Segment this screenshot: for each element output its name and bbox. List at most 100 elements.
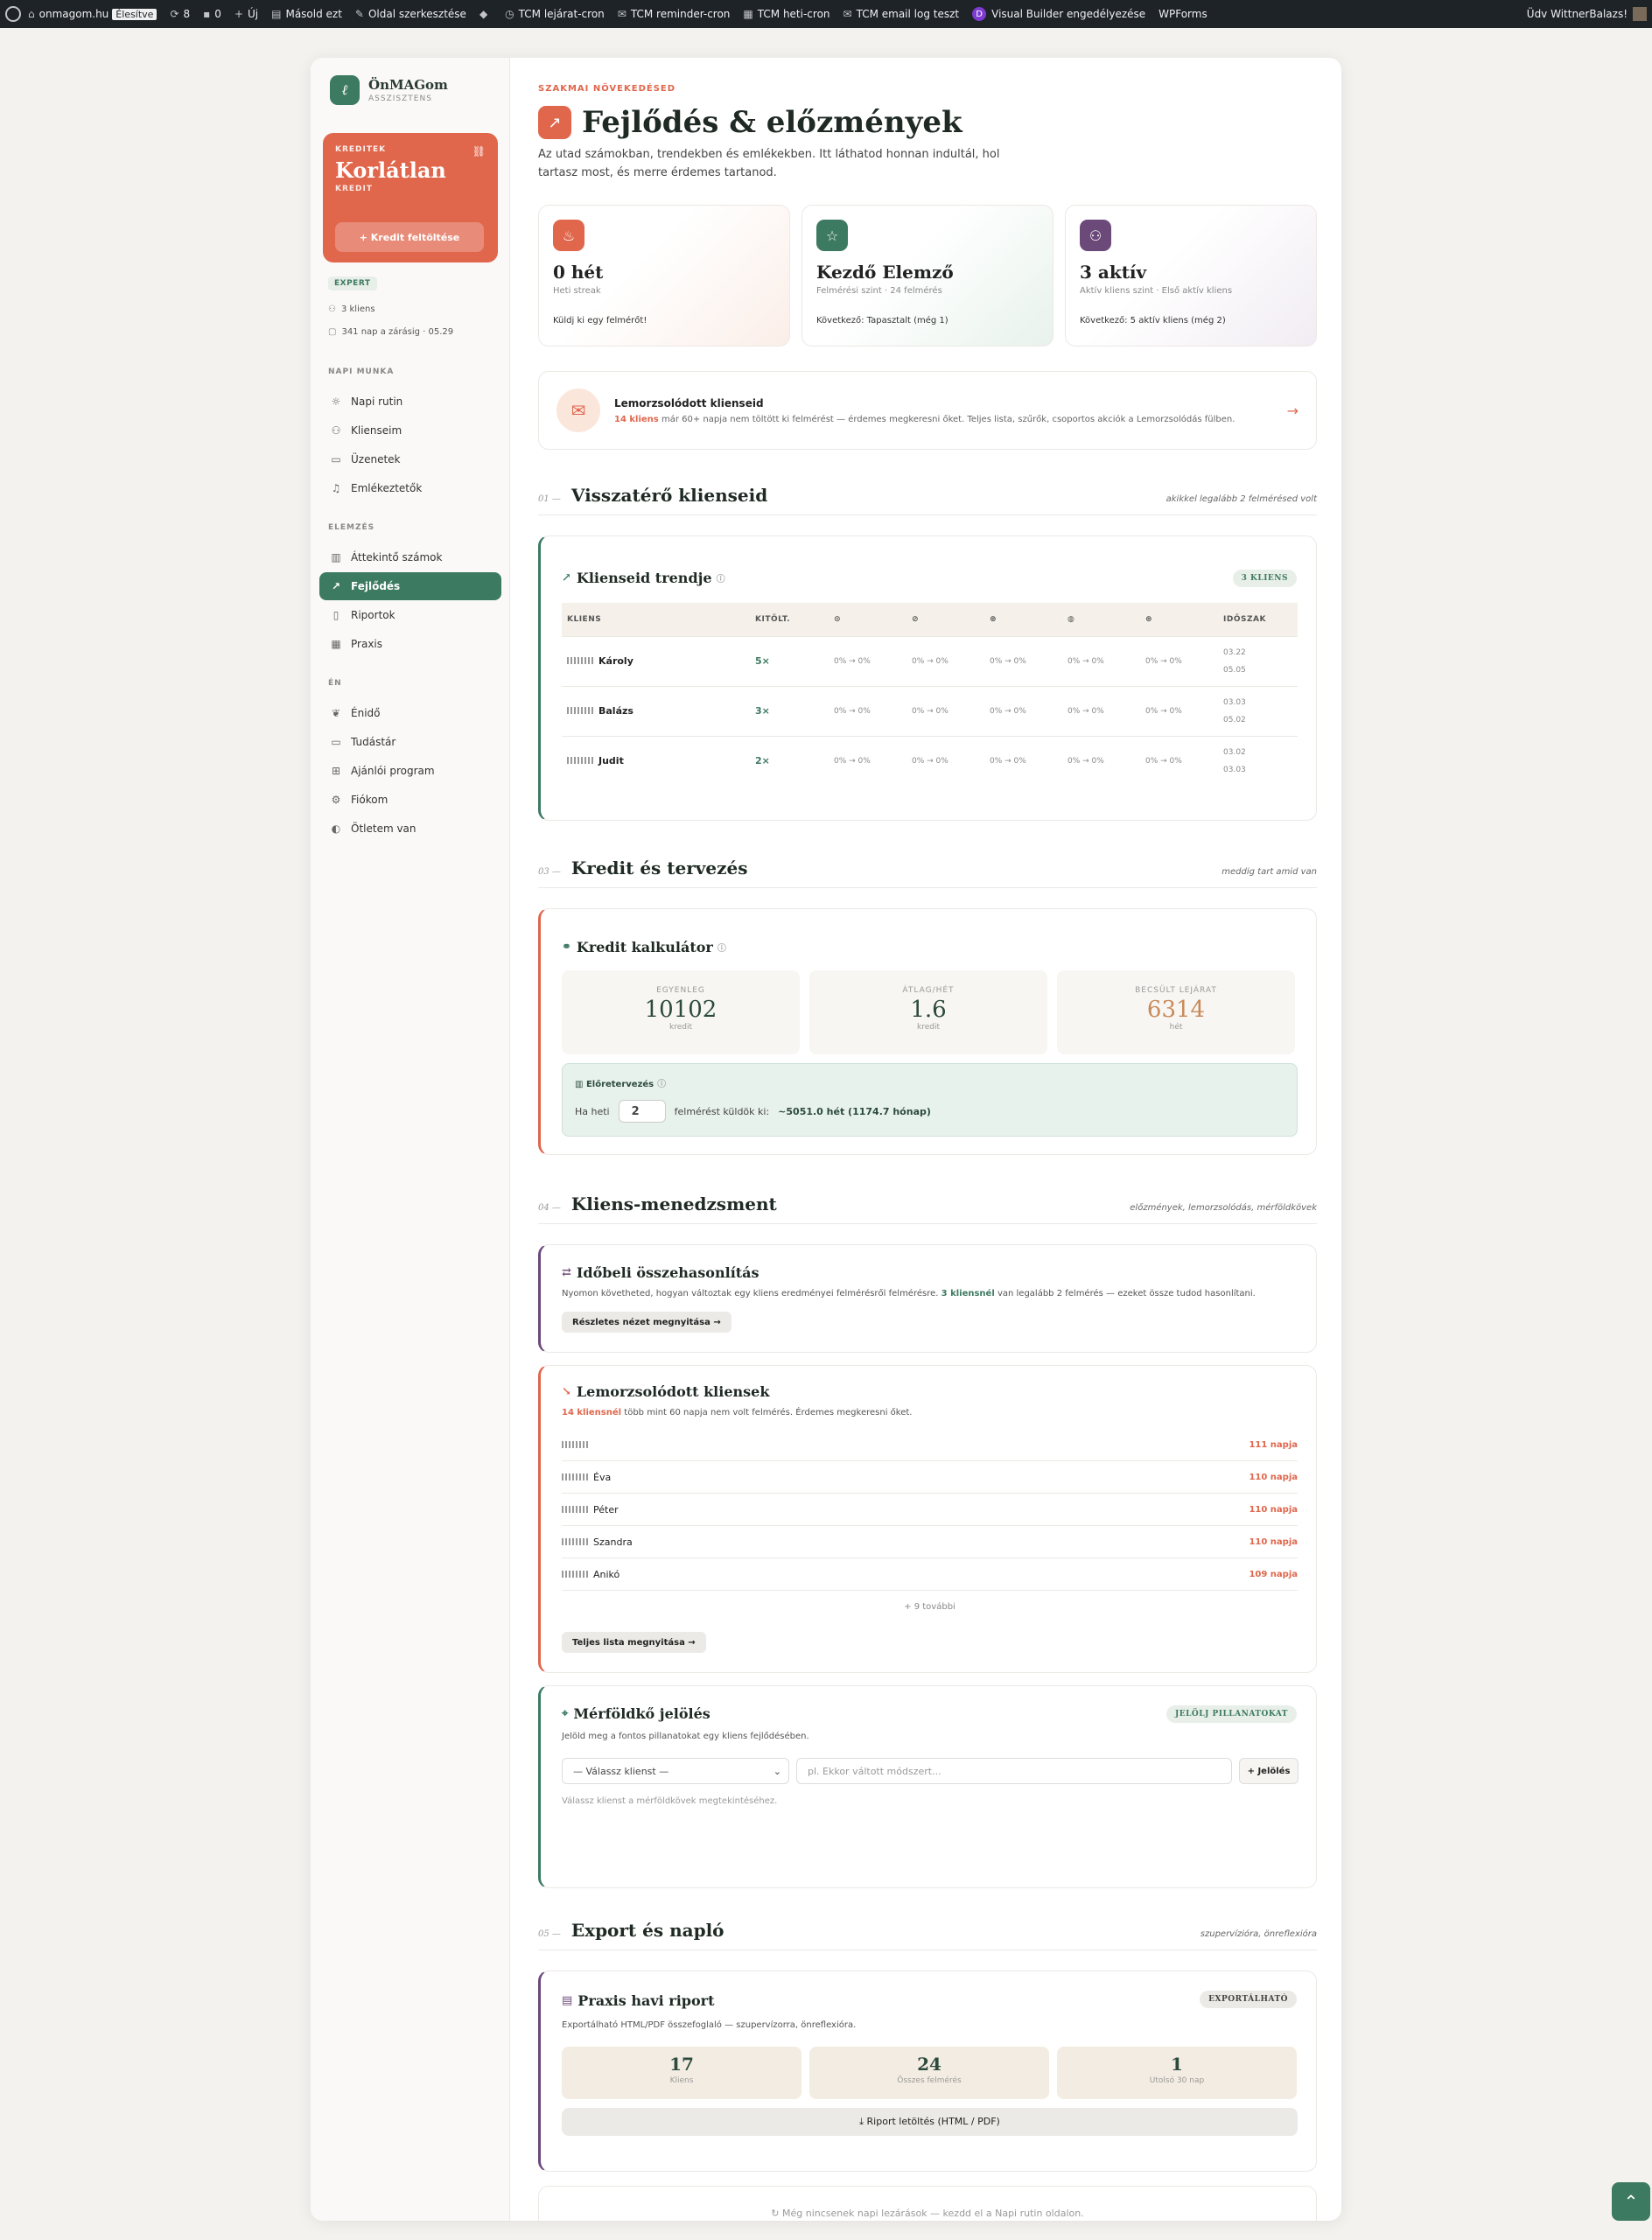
compare-icon: ⇄ bbox=[562, 1266, 571, 1279]
avatar bbox=[562, 1571, 588, 1578]
admin-comments[interactable]: ▪ 0 bbox=[203, 8, 221, 20]
table-row[interactable]: Judit 2× 0% → 0% 0% → 0% 0% → 0% 0% → 0%… bbox=[562, 735, 1298, 786]
add-milestone-button[interactable]: + Jelölés bbox=[1239, 1758, 1298, 1784]
forecast-box: ▥ Előretervezés ⓘ Ha heti 2 felmérést kül… bbox=[562, 1063, 1298, 1137]
admin-visual-builder[interactable]: D Visual Builder engedélyezése bbox=[972, 7, 1145, 21]
link-icon[interactable]: ⛓ bbox=[472, 145, 486, 158]
clock-icon: ◷ bbox=[505, 8, 514, 20]
table-row[interactable]: Balázs 3× 0% → 0% 0% → 0% 0% → 0% 0% → 0… bbox=[562, 685, 1298, 736]
report-kpi-clients: 17 Kliens bbox=[562, 2047, 802, 2099]
sidebar-item-account[interactable]: ⚙ Fiókom bbox=[319, 786, 501, 814]
daily-close-empty-state: ↻ Még nincsenek napi lezárások — kezdd e… bbox=[538, 2186, 1317, 2221]
sidebar-item-me-time[interactable]: ❦ Énidő bbox=[319, 699, 501, 727]
section-number: 01 — bbox=[538, 494, 561, 504]
admin-cron-4[interactable]: ✉ TCM email log teszt bbox=[844, 8, 960, 20]
home-icon: ⌂ bbox=[28, 8, 35, 20]
churn-banner[interactable]: ✉ Lemorzsolódott klienseid 14 kliens már… bbox=[538, 371, 1317, 450]
sidebar-item-reports[interactable]: ▯ Riportok bbox=[319, 601, 501, 629]
section-header-client-mgmt: 04 — Kliens-menedzsment előzmények, lemo… bbox=[538, 1194, 1317, 1224]
trend-title: ↗ Klienseid trendje ⓘ bbox=[562, 570, 725, 586]
col-header-period: IDŐSZAK bbox=[1218, 603, 1298, 636]
report-title: ▤ Praxis havi riport bbox=[562, 1992, 715, 2009]
list-item[interactable]: 111 napja bbox=[562, 1429, 1298, 1461]
stat-hint: Következő: 5 aktív kliens (még 2) bbox=[1080, 316, 1226, 326]
admin-edit[interactable]: ✎ Oldal szerkesztése bbox=[355, 8, 466, 20]
churned-text: 14 kliensnél több mint 60 napja nem volt… bbox=[562, 1408, 913, 1418]
leaf-icon: ❦ bbox=[331, 707, 341, 719]
open-detail-button[interactable]: Részletes nézet megnyitása → bbox=[562, 1312, 732, 1333]
info-icon[interactable]: ⓘ bbox=[657, 1080, 666, 1089]
admin-account[interactable]: Üdv WittnerBalazs! bbox=[1527, 7, 1647, 21]
stat-hint: Következő: Tapasztalt (még 1) bbox=[816, 316, 948, 326]
period: 03.22 05.05 bbox=[1218, 635, 1298, 686]
open-full-list-button[interactable]: Teljes lista megnyitása → bbox=[562, 1632, 706, 1653]
trend-value: 0% → 0% bbox=[829, 635, 906, 686]
period: 03.02 03.03 bbox=[1218, 735, 1298, 786]
download-report-button[interactable]: ⤓ Riport letöltés (HTML / PDF) bbox=[562, 2108, 1298, 2136]
sidebar-item-messages[interactable]: ▭ Üzenetek bbox=[319, 445, 501, 473]
stat-label: Aktív kliens szint · Első aktív kliens bbox=[1080, 286, 1233, 296]
arrow-right-icon[interactable]: → bbox=[1287, 402, 1298, 419]
list-item[interactable]: Anikó 109 napja bbox=[562, 1558, 1298, 1591]
users-icon: ⚇ bbox=[331, 424, 341, 437]
add-credit-button[interactable]: + Kredit feltöltése bbox=[335, 222, 484, 252]
kpi-balance: EGYENLEG 10102 kredit bbox=[562, 970, 800, 1054]
trend-value: 0% → 0% bbox=[906, 635, 984, 686]
sidebar-item-knowledge[interactable]: ▭ Tudástár bbox=[319, 728, 501, 756]
scroll-to-top-button[interactable]: ⌃ bbox=[1612, 2182, 1650, 2221]
admin-cron-2[interactable]: ✉ TCM reminder-cron bbox=[618, 8, 731, 20]
section-header-export: 05 — Export és napló szupervízióra, önre… bbox=[538, 1920, 1317, 1950]
users-icon: ⚇ bbox=[328, 304, 336, 314]
list-item[interactable]: Szandra 110 napja bbox=[562, 1526, 1298, 1558]
brand[interactable]: ℓ ÖnMAGom ASSZISZTENS bbox=[330, 75, 448, 105]
sidebar-item-referral[interactable]: ⊞ Ajánlói program bbox=[319, 757, 501, 785]
sidebar-item-progress[interactable]: ↗ Fejlődés bbox=[319, 572, 501, 600]
list-item[interactable]: Éva 110 napja bbox=[562, 1461, 1298, 1494]
admin-diamond[interactable]: ◆ bbox=[480, 8, 492, 20]
info-icon[interactable]: ⓘ bbox=[718, 941, 726, 954]
stat-value: 0 hét bbox=[553, 262, 604, 283]
milestone-input[interactable]: pl. Ekkor váltott módszert... bbox=[796, 1758, 1232, 1784]
stat-card-level: ☆ Kezdő Elemző Felmérési szint · 24 felm… bbox=[802, 205, 1054, 346]
admin-cron-1[interactable]: ◷ TCM lejárat-cron bbox=[505, 8, 605, 20]
sidebar-item-overview[interactable]: ▥ Áttekintő számok bbox=[319, 543, 501, 571]
table-row[interactable]: Károly 5× 0% → 0% 0% → 0% 0% → 0% 0% → 0… bbox=[562, 635, 1298, 686]
client-select[interactable]: — Válassz klienst — ⌄ bbox=[562, 1758, 789, 1784]
avatar bbox=[562, 1441, 588, 1448]
col-header-count: KITÖLT. bbox=[750, 603, 829, 636]
admin-copy[interactable]: ▤ Másold ezt bbox=[271, 8, 342, 20]
section-title: Export és napló bbox=[570, 1920, 724, 1941]
message-icon: ▭ bbox=[331, 453, 341, 466]
trend-value: 0% → 0% bbox=[1062, 685, 1140, 736]
wordpress-icon[interactable] bbox=[5, 6, 21, 22]
sidebar-item-idea[interactable]: ◐ Ötletem van bbox=[319, 815, 501, 843]
admin-new[interactable]: + Új bbox=[234, 8, 258, 20]
section-note: meddig tart amid van bbox=[1222, 867, 1317, 877]
page-header: ↗ Fejlődés & előzmények bbox=[538, 105, 962, 140]
stat-value: Kezdő Elemző bbox=[816, 262, 954, 283]
sidebar-item-daily-routine[interactable]: ☼ Napi rutin bbox=[319, 388, 501, 416]
stat-card-streak: ♨ 0 hét Heti streak Küldj ki egy felmérő… bbox=[538, 205, 790, 346]
list-item[interactable]: Péter 110 napja bbox=[562, 1494, 1298, 1526]
nav-section-me: ÉN bbox=[328, 679, 342, 688]
page-title: Fejlődés & előzmények bbox=[582, 105, 962, 140]
trend-value: 0% → 0% bbox=[829, 735, 906, 786]
info-icon[interactable]: ⓘ bbox=[717, 571, 725, 584]
client-name: Károly bbox=[562, 635, 750, 686]
mail-icon: ✉ bbox=[843, 8, 852, 20]
weekly-surveys-input[interactable]: 2 bbox=[618, 1100, 666, 1123]
milestone-title: ⌖ Mérföldkő jelölés bbox=[562, 1705, 710, 1722]
avatar bbox=[567, 757, 593, 765]
sidebar-item-clients[interactable]: ⚇ Klienseim bbox=[319, 416, 501, 444]
sidebar-item-reminders[interactable]: ♫ Emlékeztetők bbox=[319, 474, 501, 502]
admin-wpforms[interactable]: WPForms bbox=[1158, 8, 1208, 20]
milestone-badge: JELÖLJ PILLANATOKAT bbox=[1166, 1705, 1297, 1723]
admin-updates[interactable]: ⟳ 8 bbox=[170, 8, 190, 20]
sidebar-item-practice[interactable]: ▦ Praxis bbox=[319, 630, 501, 658]
fill-count: 5× bbox=[750, 635, 829, 686]
admin-cron-3[interactable]: ▦ TCM heti-cron bbox=[743, 8, 830, 20]
trend-value: 0% → 0% bbox=[829, 685, 906, 736]
trend-icon: ↗ bbox=[562, 571, 571, 584]
admin-site-link[interactable]: ⌂ onmagom.hu Élesítve bbox=[28, 8, 158, 20]
building-icon: ▦ bbox=[331, 638, 341, 650]
